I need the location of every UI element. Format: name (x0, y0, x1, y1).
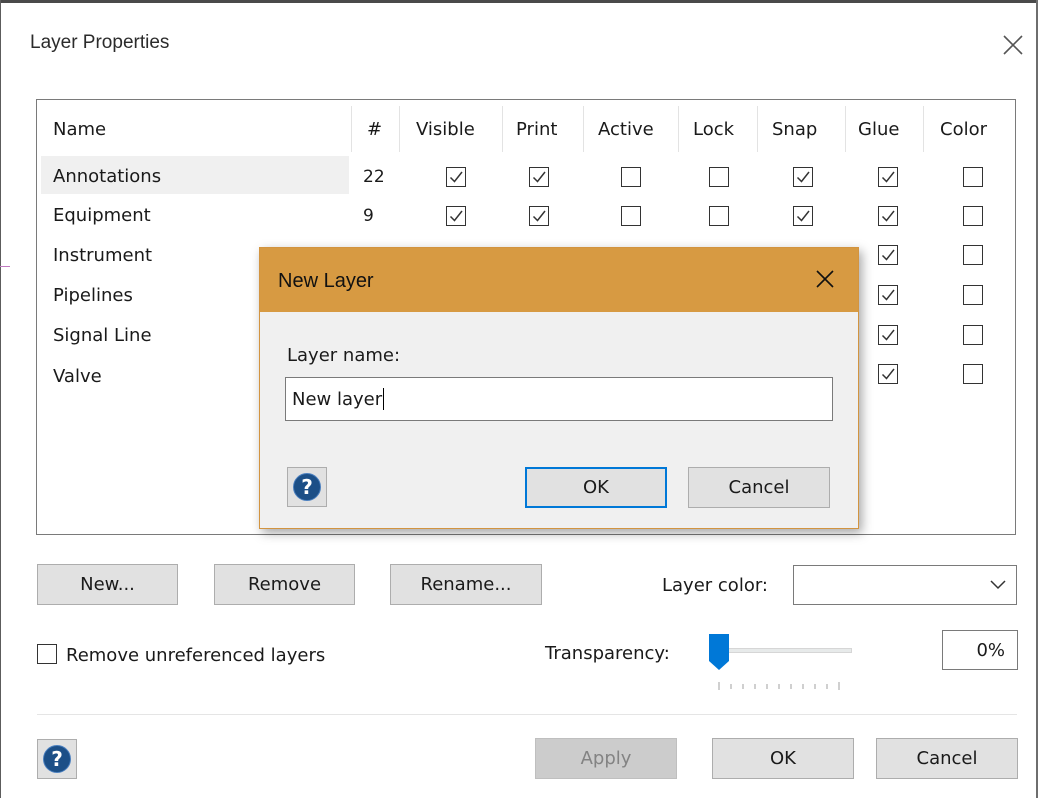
layer-row-annotations[interactable]: Annotations (53, 166, 161, 187)
color-checkbox[interactable] (963, 206, 983, 226)
cancel-button[interactable]: Cancel (876, 738, 1018, 779)
transparency-value-field[interactable]: 0% (942, 630, 1018, 670)
layer-name-input[interactable]: New layer (285, 377, 833, 421)
glue-checkbox[interactable] (878, 245, 898, 265)
layer-name-label: Layer name: (287, 345, 401, 366)
layer-count: 22 (363, 167, 385, 187)
close-icon[interactable] (815, 269, 837, 291)
active-checkbox[interactable] (621, 206, 641, 226)
color-checkbox[interactable] (963, 285, 983, 305)
slider-ticks (718, 682, 840, 690)
remove-layer-button[interactable]: Remove (214, 564, 355, 605)
glue-checkbox[interactable] (878, 364, 898, 384)
column-header-name[interactable]: Name (53, 119, 106, 140)
rename-layer-button[interactable]: Rename... (390, 564, 542, 605)
window-top-border (0, 0, 1038, 3)
ok-button[interactable]: OK (712, 738, 854, 779)
layer-count: 9 (363, 206, 374, 226)
glue-checkbox[interactable] (878, 325, 898, 345)
column-header-count[interactable]: # (367, 119, 382, 140)
column-divider (583, 106, 584, 152)
remove-unreferenced-label: Remove unreferenced layers (66, 645, 326, 666)
new-layer-cancel-button[interactable]: Cancel (688, 467, 830, 508)
column-header-snap[interactable]: Snap (772, 119, 817, 140)
active-checkbox[interactable] (621, 167, 641, 187)
apply-button[interactable]: Apply (535, 738, 677, 779)
column-divider (351, 106, 352, 152)
color-checkbox[interactable] (963, 167, 983, 187)
color-checkbox[interactable] (963, 325, 983, 345)
column-divider (399, 106, 400, 152)
snap-checkbox[interactable] (793, 167, 813, 187)
visible-checkbox[interactable] (446, 167, 466, 187)
column-divider (845, 106, 846, 152)
color-checkbox[interactable] (963, 245, 983, 265)
column-header-color[interactable]: Color (940, 119, 987, 140)
visible-checkbox[interactable] (446, 206, 466, 226)
help-button[interactable]: ? (37, 739, 77, 779)
color-checkbox[interactable] (963, 364, 983, 384)
transparency-slider-track[interactable] (722, 648, 852, 653)
new-layer-button[interactable]: New... (37, 564, 178, 605)
transparency-label: Transparency: (545, 643, 670, 664)
column-header-active[interactable]: Active (598, 119, 654, 140)
close-icon[interactable] (1002, 34, 1024, 56)
layer-row-pipelines[interactable]: Pipelines (53, 285, 133, 306)
window-left-border (0, 0, 1, 798)
layer-row-valve[interactable]: Valve (53, 366, 102, 387)
new-layer-title-bar: New Layer (260, 248, 858, 312)
help-icon: ? (43, 745, 71, 773)
column-header-visible[interactable]: Visible (416, 119, 475, 140)
chevron-down-icon (990, 580, 1006, 590)
glue-checkbox[interactable] (878, 167, 898, 187)
transparency-slider-thumb[interactable] (708, 633, 730, 671)
print-checkbox[interactable] (529, 206, 549, 226)
new-layer-title: New Layer (278, 270, 374, 292)
print-checkbox[interactable] (529, 167, 549, 187)
layer-row-instrument[interactable]: Instrument (53, 245, 152, 266)
glue-checkbox[interactable] (878, 285, 898, 305)
column-divider (923, 106, 924, 152)
column-header-glue[interactable]: Glue (858, 119, 899, 140)
text-caret (383, 388, 385, 410)
footer-divider (37, 714, 1017, 715)
new-layer-help-button[interactable]: ? (287, 467, 327, 507)
layer-row-signal-line[interactable]: Signal Line (53, 325, 152, 346)
layer-name-value: New layer (292, 388, 383, 410)
layer-row-equipment[interactable]: Equipment (53, 205, 151, 226)
dialog-title: Layer Properties (30, 32, 170, 53)
column-header-print[interactable]: Print (516, 119, 557, 140)
new-layer-dialog: New Layer Layer name: New layer ? OK Can… (259, 247, 859, 529)
lock-checkbox[interactable] (709, 167, 729, 187)
glue-checkbox[interactable] (878, 206, 898, 226)
layer-color-label: Layer color: (662, 575, 768, 596)
background-mark (0, 266, 10, 267)
new-layer-ok-button[interactable]: OK (525, 467, 667, 508)
column-divider (502, 106, 503, 152)
column-header-lock[interactable]: Lock (693, 119, 734, 140)
help-icon: ? (293, 473, 321, 501)
lock-checkbox[interactable] (709, 206, 729, 226)
remove-unreferenced-checkbox[interactable] (37, 644, 57, 664)
column-divider (678, 106, 679, 152)
layer-color-dropdown[interactable] (793, 565, 1017, 605)
column-divider (757, 106, 758, 152)
snap-checkbox[interactable] (793, 206, 813, 226)
